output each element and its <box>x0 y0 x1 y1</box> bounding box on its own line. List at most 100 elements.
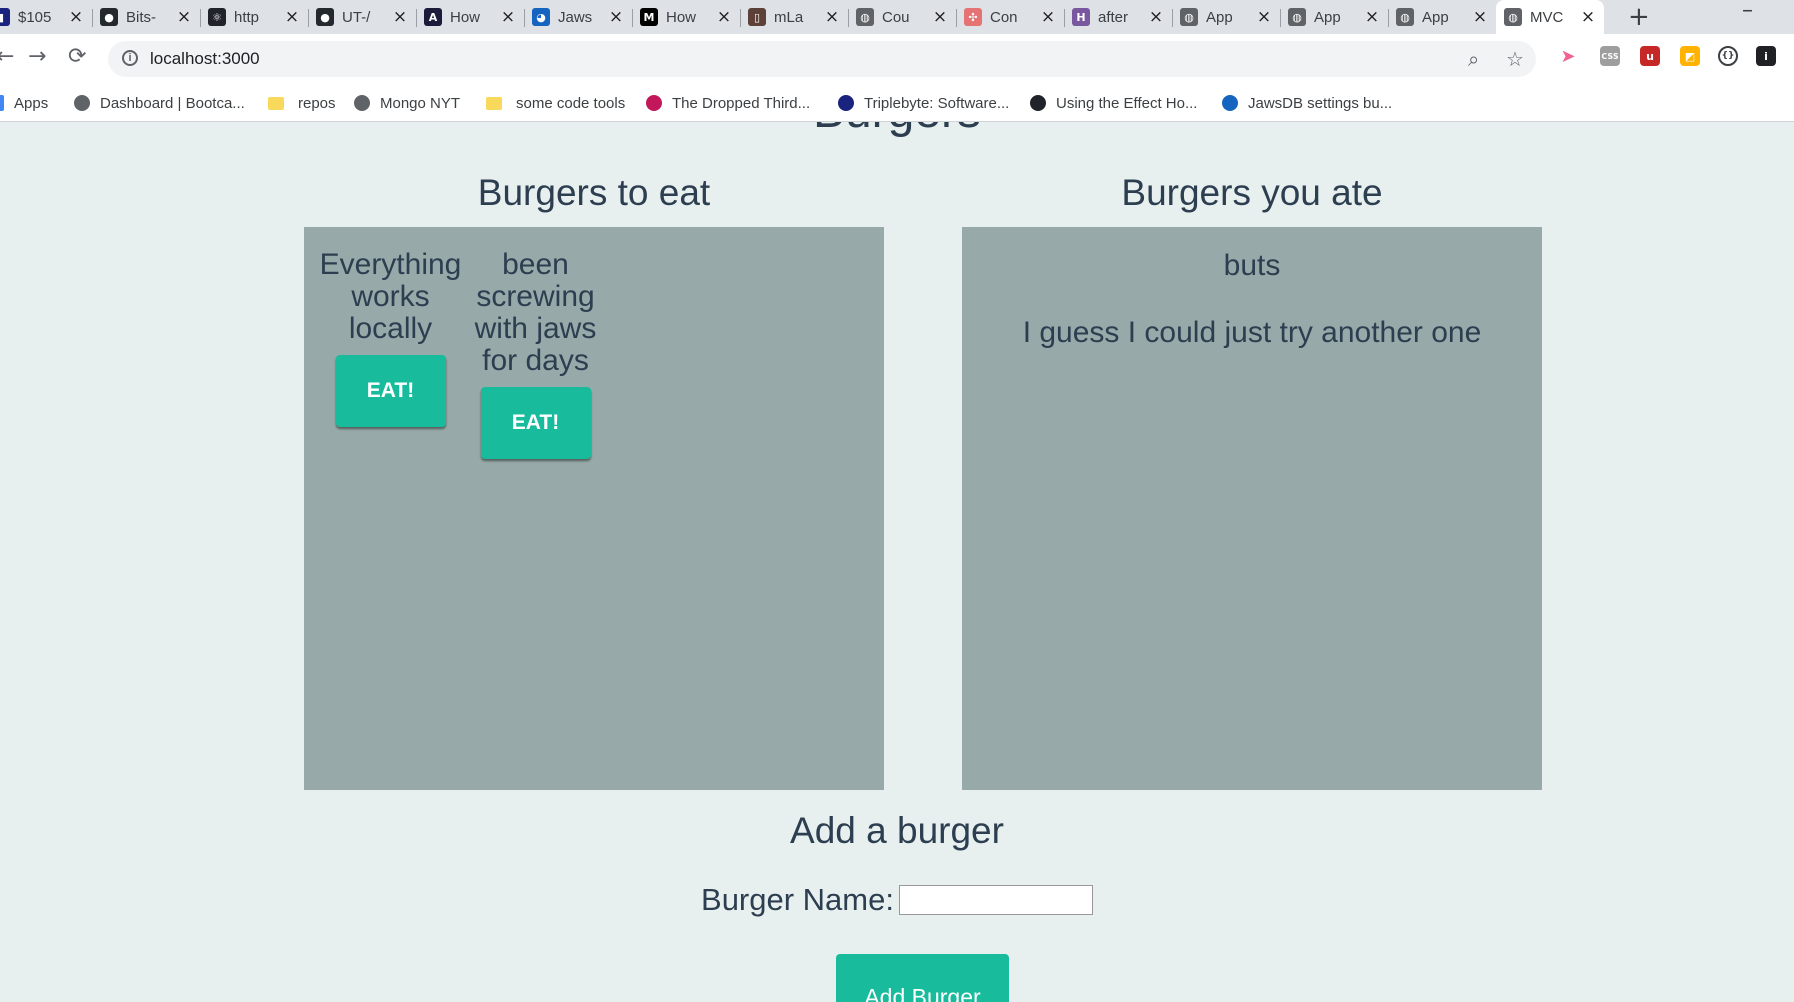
browser-tab[interactable]: ✣ Con × <box>956 0 1064 34</box>
heroku-icon: H <box>1072 8 1090 26</box>
burger-name-label: Burger Name: <box>701 882 894 917</box>
tab-title: App <box>1314 8 1341 26</box>
tab-title: UT-/ <box>342 8 371 26</box>
close-icon[interactable]: × <box>1256 7 1272 27</box>
browser-tab[interactable]: ◍ App × <box>1280 0 1388 34</box>
bookmark-item[interactable]: The Dropped Third... <box>646 92 810 114</box>
bookmark-item[interactable]: Dashboard | Bootca... <box>74 92 245 114</box>
burger-item: been screwing with jaws for days EAT! <box>463 249 608 459</box>
reload-icon[interactable]: ⟳ <box>68 44 86 69</box>
globe-icon <box>74 95 90 111</box>
tab-title: after <box>1098 8 1129 26</box>
bookmark-item[interactable]: JawsDB settings bu... <box>1222 92 1392 114</box>
globe-icon: ◍ <box>1288 8 1306 26</box>
ate-heading: Burgers you ate <box>1121 172 1383 213</box>
burger-name-input[interactable] <box>898 885 1093 915</box>
site-info-icon[interactable]: i <box>122 50 138 66</box>
close-icon[interactable]: × <box>1472 7 1488 27</box>
bookmark-star-icon[interactable]: ☆ <box>1506 47 1524 71</box>
forward-icon[interactable]: → <box>28 44 46 69</box>
close-icon[interactable]: × <box>392 7 408 27</box>
address-bar[interactable]: i localhost:3000 ⌕ ☆ <box>108 41 1536 77</box>
bookmark-item[interactable]: Mongo NYT <box>354 92 460 114</box>
close-icon[interactable]: × <box>932 7 948 27</box>
tab-title: Cou <box>882 8 910 26</box>
globe-icon: ◍ <box>1180 8 1198 26</box>
globe-icon <box>354 95 370 111</box>
close-icon[interactable]: × <box>500 7 516 27</box>
browser-tab[interactable]: Hafter × <box>1064 0 1172 34</box>
browser-tab[interactable]: M How × <box>632 0 740 34</box>
close-icon[interactable]: × <box>284 7 300 27</box>
close-icon[interactable]: × <box>824 7 840 27</box>
to-eat-panel: Everything works locally EAT! been screw… <box>304 227 884 790</box>
browser-tab[interactable]: ▮ $105 × <box>0 0 92 34</box>
bookmark-label: repos <box>298 94 336 112</box>
page-title: Burgers <box>0 122 1794 139</box>
color-picker-icon[interactable]: ◩ <box>1680 46 1700 66</box>
close-icon[interactable]: × <box>716 7 732 27</box>
bookmark-item[interactable]: repos <box>268 92 336 114</box>
mlab-icon: ▯ <box>748 8 766 26</box>
bookmark-item[interactable]: Triplebyte: Software... <box>838 92 1009 114</box>
close-icon[interactable]: × <box>176 7 192 27</box>
logo-icon: A <box>424 8 442 26</box>
close-icon[interactable]: × <box>1364 7 1380 27</box>
tab-strip: ▮ $105 × ● Bits- × ⚛ http × ● UT-/ × A How × ◕ Jaws × M How… <box>0 0 1794 34</box>
add-burger-heading: Add a burger <box>790 810 1004 851</box>
bookmark-item[interactable]: some code tools <box>486 92 625 114</box>
tab-title: How <box>450 8 481 26</box>
back-icon[interactable]: ← <box>0 44 14 69</box>
browser-tab[interactable]: ◍ Cou × <box>848 0 956 34</box>
chart-bars-icon: ▮ <box>0 8 10 26</box>
eat-button[interactable]: EAT! <box>480 387 591 459</box>
bookmark-label: Mongo NYT <box>380 94 461 112</box>
eat-button[interactable]: EAT! <box>335 355 446 427</box>
browser-tab[interactable]: ● UT-/ × <box>308 0 416 34</box>
minimize-button[interactable]: – <box>1742 0 1753 23</box>
close-icon[interactable]: × <box>1580 7 1596 27</box>
new-tab-button[interactable]: + <box>1628 2 1650 32</box>
info-extension-icon[interactable]: i <box>1756 46 1776 66</box>
browser-tab[interactable]: ◍ App × <box>1172 0 1280 34</box>
browser-toolbar: ← → ⟳ i localhost:3000 ⌕ ☆ ➤ CSS u ◩ {} … <box>0 34 1794 84</box>
bird-icon: ✣ <box>964 8 982 26</box>
tab-title: Bits- <box>126 8 156 26</box>
css-extension-icon[interactable]: CSS <box>1600 46 1620 66</box>
browser-tab[interactable]: ● Bits- × <box>92 0 200 34</box>
burger-name: been screwing with jaws for days <box>474 248 597 377</box>
tab-title: App <box>1422 8 1449 26</box>
close-icon[interactable]: × <box>68 7 84 27</box>
apps-grid-icon <box>0 95 4 111</box>
add-burger-button[interactable]: Add Burger <box>836 954 1009 1002</box>
github-icon: ● <box>100 8 118 26</box>
extension-arrow-icon[interactable]: ➤ <box>1558 46 1578 67</box>
url-text[interactable]: localhost:3000 <box>150 49 260 69</box>
browser-tab[interactable]: ◍ MVC × <box>1496 0 1604 34</box>
zoom-icon[interactable]: ⌕ <box>1468 47 1479 71</box>
bookmark-item[interactable]: Using the Effect Ho... <box>1030 92 1197 114</box>
tab-title: $105 <box>18 8 52 26</box>
page-content: Burgers Burgers to eat Burgers you ate E… <box>0 122 1794 1002</box>
bookmark-label: some code tools <box>516 94 626 112</box>
close-icon[interactable]: × <box>608 7 624 27</box>
eaten-burger: buts <box>1223 249 1281 282</box>
browser-tab[interactable]: A How × <box>416 0 524 34</box>
bookmark-label: Triplebyte: Software... <box>864 94 1010 112</box>
ate-panel: buts I guess I could just try another on… <box>962 227 1542 790</box>
tab-title: http <box>234 8 260 26</box>
close-icon[interactable]: × <box>1040 7 1056 27</box>
bookmark-item[interactable]: Apps <box>0 92 48 114</box>
json-extension-icon[interactable]: {} <box>1718 46 1738 66</box>
tab-title: mLa <box>774 8 804 26</box>
ublock-icon[interactable]: u <box>1640 46 1660 66</box>
close-icon[interactable]: × <box>1148 7 1164 27</box>
bookmark-label: The Dropped Third... <box>672 94 811 112</box>
browser-tab[interactable]: ◍ App × <box>1388 0 1496 34</box>
browser-tab[interactable]: ⚛ http × <box>200 0 308 34</box>
browser-tab[interactable]: ◕ Jaws × <box>524 0 632 34</box>
jawsdb-icon: ◕ <box>532 8 550 26</box>
browser-tab[interactable]: ▯ mLa × <box>740 0 848 34</box>
burger-item: Everything works locally EAT! <box>318 249 463 427</box>
tab-title: Jaws <box>558 8 593 26</box>
